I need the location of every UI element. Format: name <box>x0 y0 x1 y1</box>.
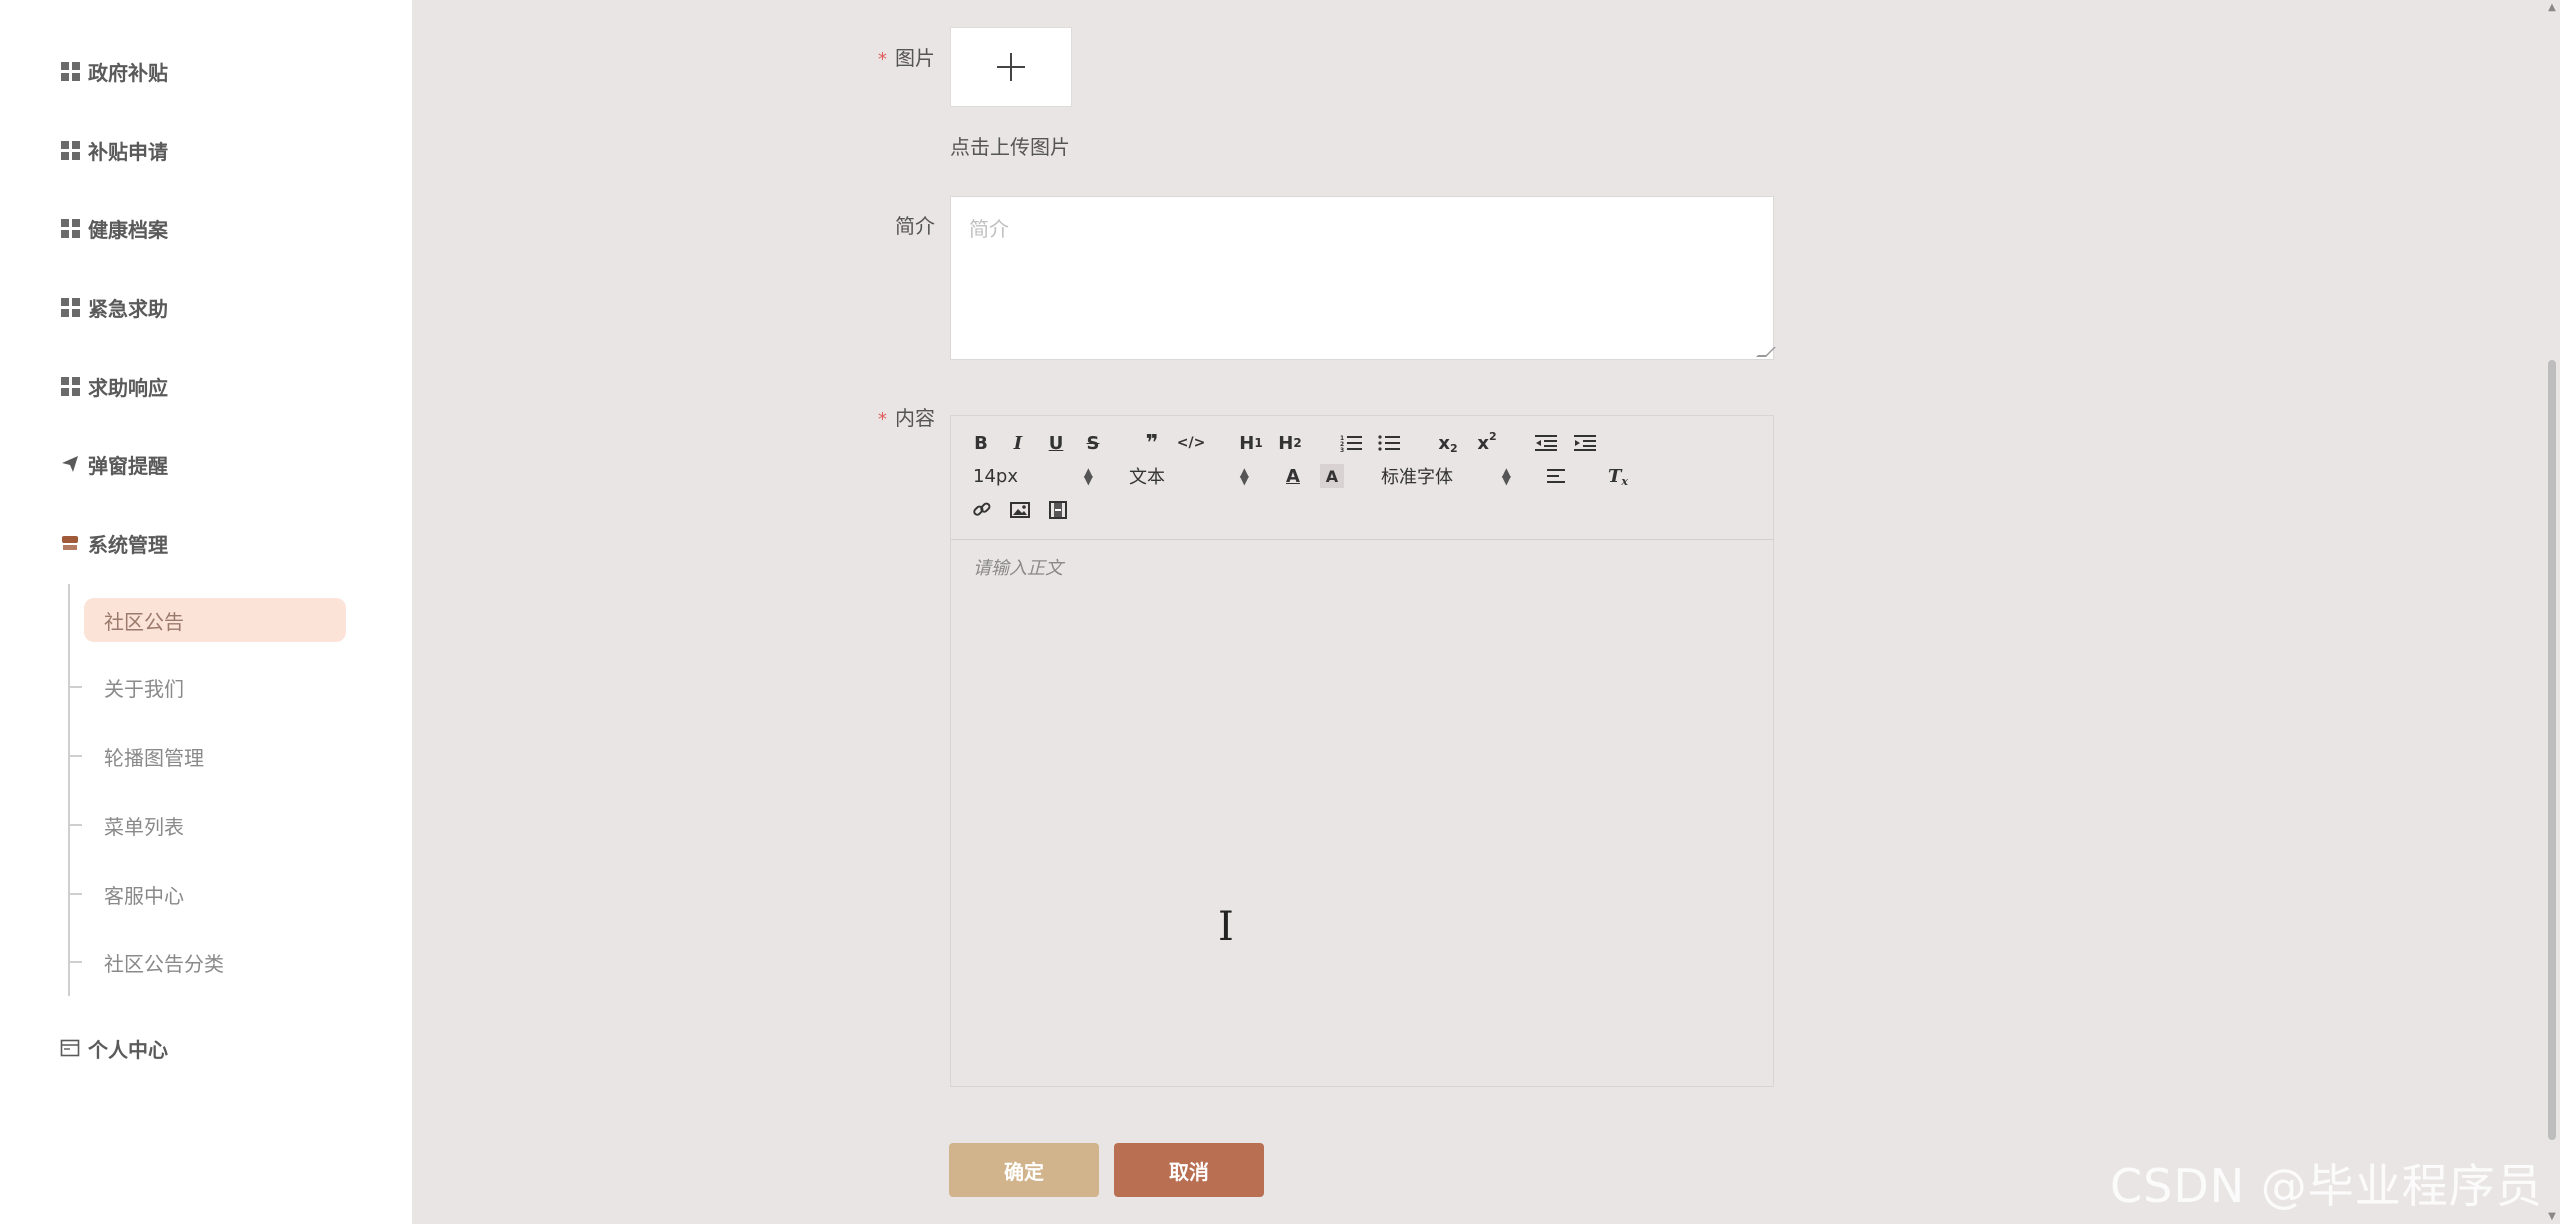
editor-toolbar: B I U S ❞ </> H1 H2 123 x2 x2 14px ▲ ▼ 文… <box>951 416 1773 540</box>
sidebar-item-help-response[interactable]: 求助响应 <box>60 366 168 406</box>
submenu-item-customer-service[interactable]: 客服中心 <box>70 872 346 916</box>
intro-label: 简介 <box>895 214 935 238</box>
sidebar-item-health-records[interactable]: 健康档案 <box>60 208 168 248</box>
submenu-item-label: 关于我们 <box>104 676 184 701</box>
app-root: 政府补贴 补贴申请 健康档案 紧急求助 求助响应 弹窗提醒 系统管理 社区公告 … <box>0 0 2560 1224</box>
svg-text:3: 3 <box>1340 447 1344 452</box>
sidebar-item-personal-center[interactable]: 个人中心 <box>60 1028 168 1068</box>
submenu-item-community-notice[interactable]: 社区公告 <box>84 598 346 642</box>
window-icon <box>60 1038 80 1058</box>
sidebar-item-label: 求助响应 <box>88 375 168 400</box>
tree-connector <box>70 686 82 688</box>
confirm-button[interactable]: 确定 <box>949 1143 1099 1197</box>
image-label: * 图片 <box>878 46 935 70</box>
grid-icon <box>60 61 80 81</box>
header1-button[interactable]: H1 <box>1237 431 1265 455</box>
sidebar-item-label: 政府补贴 <box>88 60 168 85</box>
video-icon[interactable] <box>1045 498 1071 522</box>
scroll-up-icon[interactable]: ▲ <box>2547 2 2557 13</box>
scroll-thumb[interactable] <box>2548 360 2556 1140</box>
submenu-item-label: 社区公告分类 <box>104 951 224 976</box>
code-icon[interactable]: </> <box>1177 431 1206 455</box>
tree-connector <box>70 755 82 757</box>
submenu-item-carousel[interactable]: 轮播图管理 <box>70 734 346 778</box>
text-cursor-icon: I <box>1218 904 1234 950</box>
strike-button[interactable]: S <box>1081 431 1105 455</box>
store-icon <box>60 533 80 553</box>
grid-icon <box>60 297 80 317</box>
sidebar-item-label: 系统管理 <box>88 532 168 557</box>
sidebar: 政府补贴 补贴申请 健康档案 紧急求助 求助响应 弹窗提醒 系统管理 社区公告 … <box>0 0 412 1224</box>
submenu-item-label: 客服中心 <box>104 883 184 908</box>
intro-placeholder: 简介 <box>969 217 1009 241</box>
upload-tip: 点击上传图片 <box>950 135 1070 159</box>
grid-icon <box>60 376 80 396</box>
cancel-button[interactable]: 取消 <box>1114 1143 1264 1197</box>
sidebar-item-label: 弹窗提醒 <box>88 453 168 478</box>
superscript-button[interactable]: x2 <box>1474 430 1500 455</box>
paragraph-select[interactable]: 文本 ▲ ▼ <box>1129 464 1249 488</box>
scroll-down-icon[interactable]: ▼ <box>2547 1211 2557 1222</box>
image-upload-button[interactable] <box>950 27 1072 107</box>
required-mark: * <box>878 49 887 70</box>
tree-connector <box>70 961 82 963</box>
sidebar-item-label: 个人中心 <box>88 1037 168 1062</box>
link-icon[interactable] <box>969 498 995 522</box>
header2-button[interactable]: H2 <box>1276 431 1304 455</box>
sidebar-item-system-management[interactable]: 系统管理 <box>60 523 168 563</box>
quote-icon[interactable]: ❞ <box>1140 431 1164 456</box>
sidebar-item-government-subsidy[interactable]: 政府补贴 <box>60 51 168 91</box>
rich-text-editor: B I U S ❞ </> H1 H2 123 x2 x2 14px ▲ ▼ 文… <box>950 415 1774 1087</box>
outdent-icon[interactable] <box>1533 431 1559 455</box>
sidebar-item-popup-reminder[interactable]: 弹窗提醒 <box>60 444 168 484</box>
submenu-item-about-us[interactable]: 关于我们 <box>70 665 346 709</box>
submenu-line <box>68 584 70 996</box>
required-mark: * <box>878 409 887 430</box>
tree-connector <box>70 824 82 826</box>
resize-handle[interactable] <box>1756 347 1776 357</box>
sidebar-item-label: 紧急求助 <box>88 296 168 321</box>
bold-button[interactable]: B <box>969 431 993 455</box>
background-color-icon[interactable]: A <box>1320 464 1344 488</box>
content-label: * 内容 <box>878 406 935 430</box>
indent-icon[interactable] <box>1572 431 1598 455</box>
sidebar-item-emergency-help[interactable]: 紧急求助 <box>60 287 168 327</box>
tree-connector <box>70 893 82 895</box>
watermark: CSDN @毕业程序员 <box>2110 1159 2543 1213</box>
submenu-item-notice-category[interactable]: 社区公告分类 <box>70 940 346 984</box>
italic-button[interactable]: I <box>1006 431 1030 455</box>
sidebar-item-label: 健康档案 <box>88 217 168 242</box>
ordered-list-icon[interactable]: 123 <box>1338 431 1364 455</box>
submenu-item-label: 社区公告 <box>104 609 184 634</box>
image-icon[interactable] <box>1007 498 1033 522</box>
submenu-item-label: 轮播图管理 <box>104 745 204 770</box>
submenu-item-menu-list[interactable]: 菜单列表 <box>70 803 346 847</box>
grid-icon <box>60 140 80 160</box>
paper-plane-icon <box>60 454 80 474</box>
clear-format-icon[interactable]: Tx <box>1605 464 1631 488</box>
font-family-select[interactable]: 标准字体 ▲ ▼ <box>1381 464 1511 488</box>
subscript-button[interactable]: x2 <box>1435 431 1461 455</box>
underline-button[interactable]: U <box>1044 431 1068 455</box>
plus-icon <box>997 53 1025 81</box>
font-color-icon[interactable]: A <box>1281 464 1305 488</box>
font-size-select[interactable]: 14px ▲ ▼ <box>973 464 1093 488</box>
sidebar-item-label: 补贴申请 <box>88 139 168 164</box>
grid-icon <box>60 218 80 238</box>
align-icon[interactable] <box>1545 464 1571 488</box>
submenu-item-label: 菜单列表 <box>104 814 184 839</box>
intro-textarea[interactable]: 简介 <box>950 196 1776 360</box>
bullet-list-icon[interactable] <box>1376 431 1402 455</box>
scrollbar[interactable]: ▲ ▼ <box>2544 0 2560 1224</box>
editor-placeholder[interactable]: 请输入正文 <box>973 554 1063 580</box>
sidebar-item-subsidy-application[interactable]: 补贴申请 <box>60 130 168 170</box>
